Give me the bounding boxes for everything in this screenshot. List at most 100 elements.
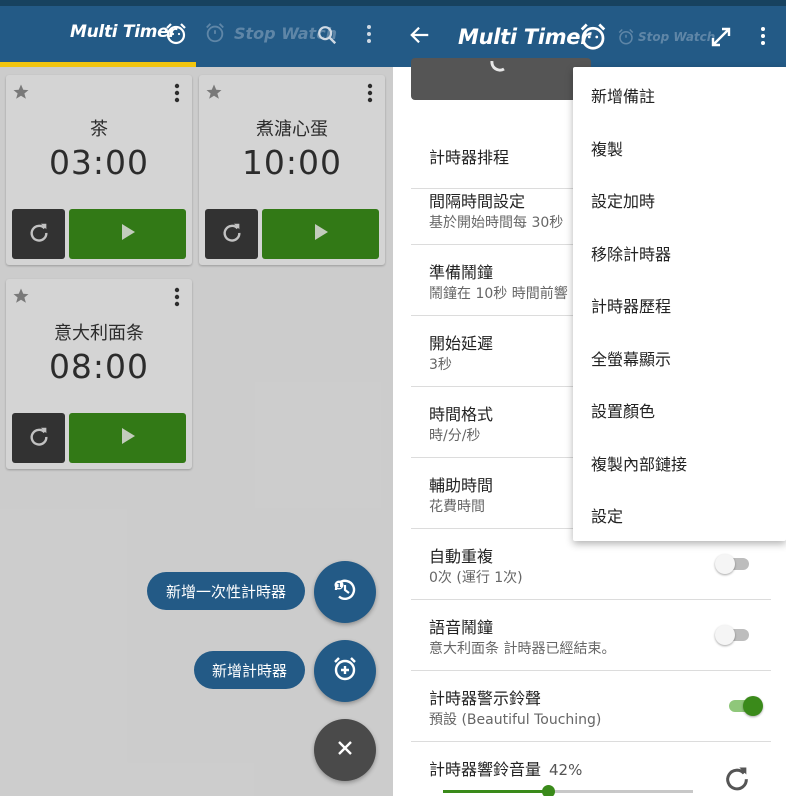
card-menu-icon[interactable] bbox=[367, 83, 373, 107]
add-one-time-timer-label[interactable]: 新增一次性計時器 bbox=[147, 572, 305, 610]
reset-icon bbox=[221, 221, 243, 247]
add-timer-button[interactable] bbox=[314, 640, 376, 702]
play-icon bbox=[312, 223, 330, 245]
play-icon bbox=[119, 223, 137, 245]
close-icon bbox=[336, 739, 354, 761]
toggle-thumb bbox=[715, 625, 735, 645]
menu-item-copy-internal-link[interactable]: 複製內部鏈接 bbox=[573, 437, 786, 489]
volume-slider-fill bbox=[443, 790, 548, 793]
volume-value: 42% bbox=[549, 761, 583, 779]
timer-card[interactable]: 意大利面条 08:00 bbox=[6, 279, 192, 469]
reset-volume-icon[interactable] bbox=[723, 764, 751, 796]
voice-alarm-toggle[interactable] bbox=[715, 623, 751, 647]
timer-time: 10:00 bbox=[241, 143, 343, 182]
timer-time: 03:00 bbox=[48, 143, 150, 182]
menu-item-remove-timer[interactable]: 移除計時器 bbox=[573, 227, 786, 279]
add-alarm-icon bbox=[330, 654, 360, 688]
add-timer-label[interactable]: 新增計時器 bbox=[194, 651, 305, 689]
stopwatch-icon bbox=[204, 23, 226, 48]
timer-name: 茶 bbox=[90, 119, 108, 140]
star-icon[interactable] bbox=[12, 287, 30, 309]
setting-title: 準備鬧鐘 bbox=[429, 263, 494, 282]
volume-slider[interactable] bbox=[443, 785, 693, 796]
setting-ring-volume: 計時器響鈴音量 42% bbox=[411, 742, 771, 796]
setting-title: 計時器排程 bbox=[429, 148, 510, 167]
menu-item-settings[interactable]: 設定 bbox=[573, 489, 786, 541]
alarm-clock-icon bbox=[578, 22, 608, 56]
setting-title: 輔助時間 bbox=[429, 476, 494, 495]
tab-indicator bbox=[0, 62, 196, 67]
setting-subtitle: 0次 (運行 1次) bbox=[429, 570, 523, 586]
tab-multi-timer[interactable]: Multi Timer bbox=[70, 22, 177, 42]
app-title: Multi Timer bbox=[458, 25, 591, 49]
menu-item-fullscreen[interactable]: 全螢幕顯示 bbox=[573, 332, 786, 384]
timer-name: 意大利面条 bbox=[54, 323, 144, 344]
setting-subtitle: 花費時間 bbox=[429, 499, 485, 515]
reset-icon bbox=[28, 221, 50, 247]
setting-title: 計時器響鈴音量 42% bbox=[429, 756, 582, 780]
reset-button[interactable] bbox=[205, 209, 258, 259]
toggle-thumb bbox=[715, 554, 735, 574]
play-icon bbox=[119, 427, 137, 449]
setting-subtitle: 預設 (Beautiful Touching) bbox=[429, 712, 602, 728]
app-bar: Multi Timer Stop Watch bbox=[0, 0, 393, 67]
timer-list-screen: Multi Timer Stop Watch 茶 03:00 煮溏心蛋 10:0… bbox=[0, 0, 393, 796]
setting-title: 時間格式 bbox=[429, 405, 494, 424]
history-timer-icon: 1 bbox=[330, 575, 360, 609]
status-bar bbox=[393, 0, 786, 6]
setting-voice-alarm[interactable]: 語音鬧鐘 意大利面条 計時器已經結束。 bbox=[411, 600, 771, 671]
reset-icon bbox=[488, 60, 508, 79]
timer-name: 煮溏心蛋 bbox=[256, 119, 328, 140]
timer-card[interactable]: 茶 03:00 bbox=[6, 75, 192, 265]
setting-subtitle: 意大利面条 計時器已經結束。 bbox=[429, 641, 616, 657]
svg-text:1: 1 bbox=[337, 582, 342, 590]
search-icon[interactable] bbox=[316, 24, 338, 50]
menu-item-add-overtime[interactable]: 設定加時 bbox=[573, 174, 786, 226]
volume-title: 計時器響鈴音量 bbox=[429, 760, 542, 779]
setting-subtitle: 鬧鐘在 10秒 時間前響 bbox=[429, 286, 568, 302]
setting-subtitle: 時/分/秒 bbox=[429, 428, 481, 444]
start-button[interactable] bbox=[262, 209, 379, 259]
stopwatch-icon bbox=[617, 28, 635, 50]
volume-slider-thumb[interactable] bbox=[542, 785, 555, 796]
auto-repeat-toggle[interactable] bbox=[715, 552, 751, 576]
menu-item-set-color[interactable]: 設置顏色 bbox=[573, 384, 786, 436]
star-icon[interactable] bbox=[205, 83, 223, 105]
setting-alert-ringtone[interactable]: 計時器警示鈴聲 預設 (Beautiful Touching) bbox=[411, 671, 771, 742]
reset-button[interactable] bbox=[12, 209, 65, 259]
reset-button[interactable] bbox=[12, 413, 65, 463]
more-vert-icon[interactable] bbox=[759, 26, 767, 50]
star-icon[interactable] bbox=[12, 83, 30, 105]
status-bar bbox=[0, 0, 393, 6]
reset-icon bbox=[28, 425, 50, 451]
stop-watch-label[interactable]: Stop Watch bbox=[638, 30, 715, 44]
setting-title: 自動重複 bbox=[429, 547, 494, 566]
alert-ringtone-toggle[interactable] bbox=[727, 694, 763, 718]
setting-title: 語音鬧鐘 bbox=[429, 618, 494, 637]
more-vert-icon[interactable] bbox=[365, 24, 373, 48]
card-menu-icon[interactable] bbox=[174, 287, 180, 311]
alarm-clock-icon bbox=[164, 22, 188, 50]
setting-title: 計時器警示鈴聲 bbox=[429, 689, 542, 708]
timer-time: 08:00 bbox=[48, 347, 150, 386]
add-one-time-timer-button[interactable]: 1 bbox=[314, 561, 376, 623]
setting-title: 開始延遲 bbox=[429, 334, 494, 353]
overflow-menu: 新增備註 複製 設定加時 移除計時器 計時器歷程 全螢幕顯示 設置顏色 複製內部… bbox=[573, 67, 786, 541]
start-button[interactable] bbox=[69, 209, 186, 259]
tab-stop-watch[interactable]: Stop Watch bbox=[204, 22, 337, 48]
close-fab-button[interactable] bbox=[314, 719, 376, 781]
fullscreen-icon[interactable] bbox=[709, 25, 733, 53]
menu-item-copy[interactable]: 複製 bbox=[573, 122, 786, 174]
card-menu-icon[interactable] bbox=[174, 83, 180, 107]
toggle-thumb bbox=[743, 696, 763, 716]
timer-settings-screen: Multi Timer Stop Watch 計時器排程 間隔時間設定 基於開始… bbox=[393, 0, 786, 796]
setting-title: 間隔時間設定 bbox=[429, 192, 526, 211]
setting-subtitle: 3秒 bbox=[429, 357, 452, 373]
timer-card[interactable]: 煮溏心蛋 10:00 bbox=[199, 75, 385, 265]
back-arrow-icon[interactable] bbox=[409, 24, 431, 50]
start-button[interactable] bbox=[69, 413, 186, 463]
app-bar: Multi Timer Stop Watch bbox=[393, 0, 786, 67]
setting-subtitle: 基於開始時間每 30秒 bbox=[429, 215, 564, 231]
menu-item-timer-history[interactable]: 計時器歷程 bbox=[573, 279, 786, 331]
menu-item-add-note[interactable]: 新增備註 bbox=[573, 69, 786, 121]
